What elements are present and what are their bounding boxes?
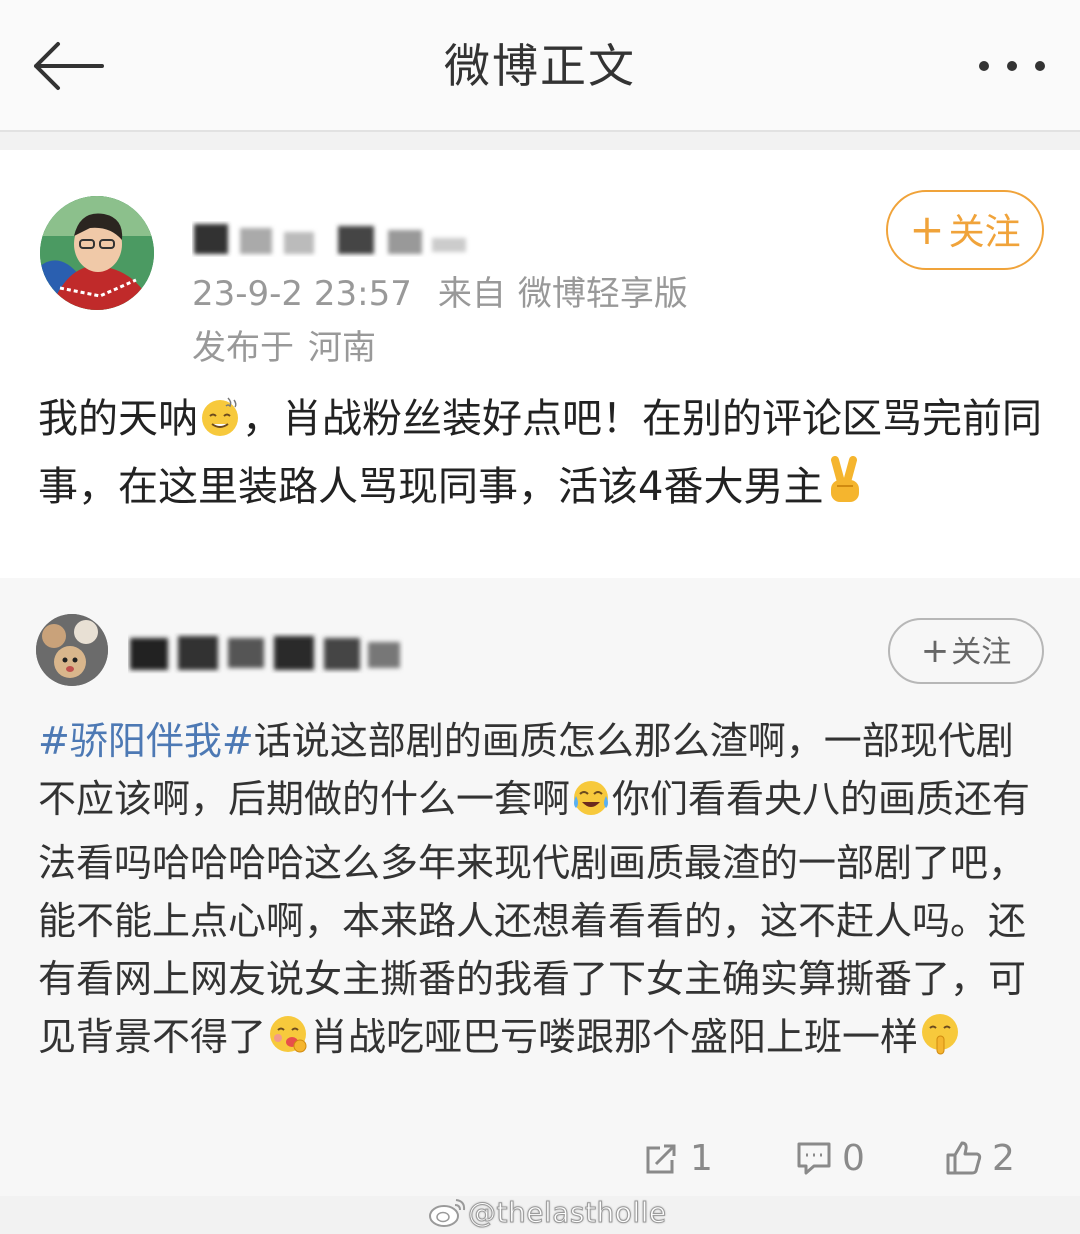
- follow-button-label: 关注: [951, 635, 1012, 670]
- like-count: 2: [992, 1137, 1015, 1179]
- follow-button[interactable]: +关注: [888, 618, 1044, 684]
- topic-link[interactable]: #骄阳伴我#: [38, 719, 254, 763]
- post-source[interactable]: 微博轻享版: [518, 274, 688, 314]
- post-card: 23-9-2 23:57 来自 微博轻享版 发布于 河南 + 关注 我的天呐 ，肖战粉丝装…: [0, 150, 1080, 578]
- comment-button[interactable]: 0: [794, 1134, 865, 1182]
- crying-laughing-emoji-icon: [570, 776, 612, 834]
- watermark: @thelastholle: [428, 1194, 667, 1230]
- comment-icon: [797, 1142, 831, 1175]
- more-dots-icon[interactable]: [972, 44, 1052, 88]
- like-icon: [946, 1141, 982, 1175]
- victory-hand-emoji-icon: [823, 456, 867, 524]
- repost-icon: [646, 1144, 676, 1174]
- repost-body: #骄阳伴我#话说这部剧的画质怎么那么渣啊，一部现代剧不应该啊，后期做的什么一套啊…: [38, 712, 1050, 1072]
- repost-count: 1: [690, 1137, 713, 1179]
- comment-count: 0: [842, 1137, 865, 1179]
- repost-button[interactable]: 1: [642, 1134, 713, 1182]
- username-blurred[interactable]: [128, 626, 404, 676]
- post-time: 23-9-2 23:57: [192, 274, 412, 314]
- watermark-text: @thelastholle: [468, 1195, 667, 1229]
- weibo-logo-icon: [429, 1199, 466, 1227]
- username-blurred[interactable]: [192, 216, 472, 258]
- follow-button-label: 关注: [948, 212, 1021, 253]
- source-prefix: 来自: [437, 274, 506, 314]
- location-place: 河南: [308, 328, 376, 368]
- sweat-smile-emoji-icon: [198, 394, 242, 456]
- top-nav-bar: 微博正文: [0, 0, 1080, 132]
- plus-icon: +: [920, 631, 950, 671]
- repost-card[interactable]: +关注 #骄阳伴我#话说这部剧的画质怎么那么渣啊，一部现代剧不应该啊，后期做的什…: [0, 578, 1080, 1196]
- repost-text-part3: 肖战吃哑巴亏喽跟那个盛阳上班一样: [310, 1015, 919, 1059]
- yum-emoji-icon: [266, 1012, 310, 1072]
- post-location: 发布于 河南: [192, 326, 376, 370]
- post-meta: 23-9-2 23:57 来自 微博轻享版: [192, 272, 714, 316]
- post-text-part1: 我的天呐: [38, 396, 198, 442]
- shushing-face-emoji-icon: [918, 1012, 962, 1072]
- like-button[interactable]: 2: [944, 1134, 1015, 1182]
- avatar[interactable]: [36, 614, 108, 686]
- avatar[interactable]: [40, 196, 154, 310]
- plus-icon: +: [909, 205, 945, 254]
- location-prefix: 发布于: [192, 328, 294, 368]
- follow-button[interactable]: +关注: [886, 190, 1044, 270]
- post-body: 我的天呐 ，肖战粉丝装好点吧！在别的评论区骂完前同事，在这里装路人骂现同事，活该4…: [38, 388, 1048, 524]
- page-title: 微博正文: [444, 39, 636, 93]
